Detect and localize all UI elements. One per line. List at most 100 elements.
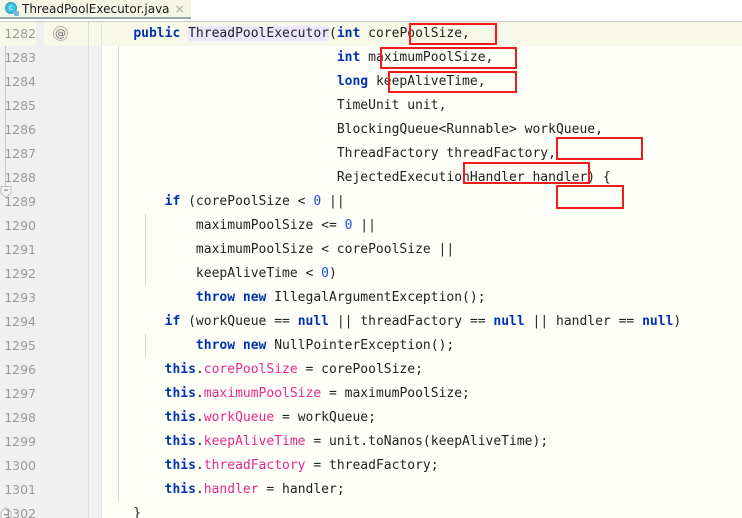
line-number: 1285: [4, 98, 36, 113]
annotation-marker-cell: [44, 142, 88, 166]
editor-tab-bar: c ThreadPoolExecutor.java ×: [0, 0, 742, 22]
java-class-icon: c: [5, 2, 19, 16]
code-line-1290[interactable]: 1290 maximumPoolSize <= 0 ||: [0, 214, 742, 238]
code-text-1287: ThreadFactory threadFactory,: [102, 142, 742, 166]
annotation-marker-cell: [44, 334, 88, 358]
fold-cell: [89, 238, 101, 262]
code-text-1299: this.keepAliveTime = unit.toNanos(keepAl…: [164, 434, 549, 449]
code-text-1291: maximumPoolSize < corePoolSize ||: [102, 242, 455, 257]
code-line-1293[interactable]: 1293 throw new IllegalArgumentException(…: [0, 286, 742, 310]
code-line-1300[interactable]: 1300 this.threadFactory = threadFactory;: [0, 454, 742, 478]
code-editor[interactable]: 1282 @ public ThreadPoolExecutor(int cor…: [0, 22, 742, 518]
token-keyword-throw: throw: [195, 290, 236, 305]
annotation-marker-cell: [44, 94, 88, 118]
code-text-1298: this.workQueue = workQueue;: [164, 410, 376, 425]
code-line-1298[interactable]: 1298 this.workQueue = workQueue;: [0, 406, 742, 430]
token-keyword-throw: throw: [195, 338, 236, 353]
token-exception-illegalargument: IllegalArgumentException: [274, 290, 463, 305]
code-text-1283: int maximumPoolSize,: [102, 46, 742, 70]
line-number: 1289: [4, 194, 36, 209]
code-text-1285: TimeUnit unit,: [336, 98, 447, 113]
tab-label: ThreadPoolExecutor.java: [22, 1, 170, 16]
token-exception-nullpointer: NullPointerException: [274, 338, 431, 353]
token-keyword-null: null: [297, 314, 329, 329]
code-text-1284: long keepAliveTime,: [102, 70, 742, 94]
line-number: 1287: [4, 146, 36, 161]
annotation-marker-cell: [44, 478, 88, 502]
code-text-1295: throw new NullPointerException();: [195, 338, 455, 353]
code-text-1301: this.handler = handler;: [164, 482, 345, 497]
code-line-1283[interactable]: 1283 int maximumPoolSize,: [0, 46, 742, 70]
fold-cell: [89, 478, 101, 502]
line-number: 1290: [4, 218, 36, 233]
code-line-1295[interactable]: 1295 throw new NullPointerException();: [0, 334, 742, 358]
token-field-corepoolsize: corePoolSize: [203, 362, 298, 377]
annotation-marker-cell: [44, 286, 88, 310]
token-field-keepalivetime: keepAliveTime: [203, 434, 306, 449]
token-keyword-public: public: [133, 26, 181, 41]
line-number: 1291: [4, 242, 36, 257]
code-line-1287[interactable]: 1287 ThreadFactory threadFactory,: [0, 142, 742, 166]
token-number-zero: 0: [321, 266, 329, 281]
token-field-maximumpoolsize: maximumPoolSize: [203, 386, 322, 401]
indent-guide-level-1: [118, 46, 119, 502]
code-line-1286[interactable]: 1286 BlockingQueue<Runnable> workQueue,: [0, 118, 742, 142]
token-number-zero: 0: [313, 194, 322, 209]
annotation-marker-cell: [44, 262, 88, 286]
code-text-1286: BlockingQueue<Runnable> workQueue,: [102, 118, 742, 142]
line-number: 1284: [4, 74, 36, 89]
code-line-1284[interactable]: 1284 long keepAliveTime,: [0, 70, 742, 94]
fold-cell: [89, 94, 101, 118]
code-line-1289[interactable]: 1289 if (corePoolSize < 0 ||: [0, 190, 742, 214]
line-number: 1295: [4, 338, 36, 353]
annotation-marker-cell: [44, 238, 88, 262]
close-icon[interactable]: ×: [174, 3, 185, 15]
code-line-1288[interactable]: 1288 RejectedExecutionHandler handler) {: [0, 166, 742, 190]
token-field-threadfactory: threadFactory: [203, 458, 306, 473]
token-keyword-this: this: [164, 482, 196, 497]
annotation-at-icon[interactable]: @: [53, 26, 68, 41]
param-corepoolsize: corePoolSize,: [368, 26, 470, 41]
line-number: 1300: [4, 458, 36, 473]
fold-cell: [89, 118, 101, 142]
fold-cell: [89, 382, 101, 406]
annotation-marker-cell: [44, 430, 88, 454]
token-keyword-null: null: [642, 314, 674, 329]
code-line-1296[interactable]: 1296 this.corePoolSize = corePoolSize;: [0, 358, 742, 382]
fold-cell: [89, 430, 101, 454]
line-number: 1282: [0, 22, 36, 46]
code-text-1282: public ThreadPoolExecutor(int corePoolSi…: [102, 22, 742, 46]
token-keyword-this: this: [164, 410, 196, 425]
code-line-1291[interactable]: 1291 maximumPoolSize < corePoolSize ||: [0, 238, 742, 262]
line-number: 1293: [4, 290, 36, 305]
line-number: 1298: [4, 410, 36, 425]
fold-cell: [89, 454, 101, 478]
param-handler: handler: [532, 170, 588, 185]
code-line-1302[interactable]: 1302 }: [0, 502, 742, 518]
annotation-marker-cell: [44, 382, 88, 406]
token-keyword-if: if: [164, 314, 181, 329]
annotation-marker-cell[interactable]: @: [44, 22, 88, 46]
code-line-1294[interactable]: 1294 if (workQueue == null || threadFact…: [0, 310, 742, 334]
code-line-1299[interactable]: 1299 this.keepAliveTime = unit.toNanos(k…: [0, 430, 742, 454]
code-line-1292[interactable]: 1292 keepAliveTime < 0): [0, 262, 742, 286]
annotation-marker-cell: [44, 454, 88, 478]
line-number: 1288: [4, 170, 36, 185]
code-text-1296: this.corePoolSize = corePoolSize;: [164, 362, 423, 377]
fold-cell: [89, 502, 101, 518]
code-text-1293: throw new IllegalArgumentException();: [195, 290, 486, 305]
code-line-1297[interactable]: 1297 this.maximumPoolSize = maximumPoolS…: [0, 382, 742, 406]
annotation-marker-cell: [44, 70, 88, 94]
code-lines: 1282 @ public ThreadPoolExecutor(int cor…: [0, 22, 742, 518]
line-number: 1297: [4, 386, 36, 401]
line-number: 1299: [4, 434, 36, 449]
fold-cell: [89, 310, 101, 334]
annotation-marker-cell: [44, 190, 88, 214]
fold-cell: [89, 286, 101, 310]
code-line-1282[interactable]: 1282 @ public ThreadPoolExecutor(int cor…: [0, 22, 742, 46]
line-number: 1286: [4, 122, 36, 137]
code-line-1285[interactable]: 1285 TimeUnit unit,: [0, 94, 742, 118]
tab-threadpoolexecutor-java[interactable]: c ThreadPoolExecutor.java ×: [0, 0, 191, 19]
code-line-1301[interactable]: 1301 this.handler = handler;: [0, 478, 742, 502]
fold-cell: [89, 262, 101, 286]
